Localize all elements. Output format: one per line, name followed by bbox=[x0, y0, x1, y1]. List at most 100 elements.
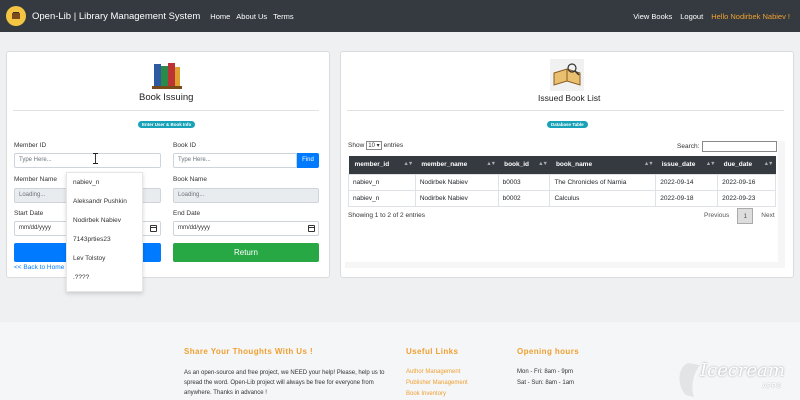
next-button[interactable]: Next bbox=[757, 208, 778, 224]
col-member-id[interactable]: member_id ▲▼ bbox=[348, 156, 416, 174]
opening-hours-title: Opening hours bbox=[517, 347, 580, 356]
hours-weekday: Mon - Fri: 8am - 9pm bbox=[517, 369, 574, 375]
col-due-date[interactable]: due_date ▲▼ bbox=[717, 156, 776, 174]
database-badge: Database Table bbox=[547, 121, 588, 128]
book-name-label: Book Name bbox=[173, 176, 207, 183]
footer-link-publisher[interactable]: Publisher Management bbox=[406, 380, 468, 386]
books-icon bbox=[152, 63, 182, 89]
brand-logo-icon[interactable] bbox=[6, 6, 26, 26]
dropdown-item[interactable]: 7143prties23 bbox=[67, 230, 142, 249]
footer-link-author[interactable]: Author Management bbox=[406, 369, 460, 375]
start-date-placeholder: mm/dd/yyyy bbox=[19, 225, 52, 231]
useful-links-title: Useful Links bbox=[406, 347, 459, 356]
nav-home[interactable]: Home bbox=[210, 12, 230, 21]
back-to-home-link[interactable]: << Back to Home bbox=[14, 264, 64, 271]
table-cell: b0003 bbox=[497, 173, 551, 191]
nav-terms[interactable]: Terms bbox=[273, 12, 293, 21]
footer-link-inventory[interactable]: Book Inventory bbox=[406, 391, 446, 397]
column-header: member_name bbox=[421, 161, 468, 169]
hours-weekend: Sat - Sun: 8am - 1am bbox=[517, 380, 575, 386]
col-member-name[interactable]: member_name ▲▼ bbox=[415, 156, 499, 174]
nav-about[interactable]: About Us bbox=[236, 12, 267, 21]
dropdown-item[interactable]: Aleksandr Pushkin bbox=[67, 192, 142, 211]
table-row[interactable]: nabiev_n Nodirbek Nabiev b0003 The Chron… bbox=[348, 173, 776, 191]
info-badge: Enter User & Book Info bbox=[138, 121, 196, 128]
table-search: Search: bbox=[677, 141, 778, 152]
watermark-text: Icecream bbox=[700, 360, 785, 381]
column-header: member_id bbox=[354, 161, 390, 169]
member-autocomplete-dropdown: nabiev_n Aleksandr Pushkin Nodirbek Nabi… bbox=[66, 172, 143, 292]
entries-select[interactable]: 10 ▾ bbox=[366, 141, 382, 150]
col-issue-date[interactable]: issue_date ▲▼ bbox=[655, 156, 718, 174]
table-cell: 2022-09-18 bbox=[655, 189, 719, 207]
table-cell: 2022-09-23 bbox=[717, 189, 776, 207]
prev-button[interactable]: Previous bbox=[700, 208, 733, 224]
return-button[interactable]: Return bbox=[173, 243, 319, 262]
search-label: Search: bbox=[677, 143, 700, 150]
table-cell: nabiev_n bbox=[348, 173, 416, 191]
end-date-label: End Date bbox=[173, 210, 201, 217]
book-id-input[interactable]: Type Here... bbox=[173, 153, 297, 168]
dropdown-item[interactable]: .???? bbox=[67, 268, 142, 287]
page-button[interactable]: 1 bbox=[737, 208, 754, 224]
pagination: Previous 1 Next bbox=[700, 208, 779, 224]
dropdown-item[interactable]: Nodirbek Nabiev bbox=[67, 211, 142, 230]
col-book-name[interactable]: book_name ▲▼ bbox=[549, 156, 656, 174]
share-text: As an open-source and free project, we N… bbox=[184, 370, 385, 396]
nav-logout[interactable]: Logout bbox=[680, 12, 703, 21]
table-cell: Nodirbek Nabiev bbox=[414, 173, 499, 191]
entries-select-value: 10 bbox=[368, 143, 375, 149]
user-greeting[interactable]: Hello Nodirbek Nabiev ! bbox=[711, 12, 790, 21]
text-cursor-icon bbox=[93, 153, 98, 164]
navbar: Open-Lib | Library Management System Hom… bbox=[0, 0, 800, 32]
table-info: Showing 1 to 2 of 2 entries bbox=[348, 212, 425, 219]
entries-label: entries bbox=[383, 142, 404, 149]
column-header: due_date bbox=[723, 161, 753, 169]
member-name-label: Member Name bbox=[14, 176, 57, 183]
table-cell: Calculus bbox=[549, 189, 657, 207]
search-input[interactable] bbox=[702, 141, 778, 152]
column-header: book_name bbox=[555, 161, 593, 169]
table-cell: The Chronicles of Narnia bbox=[549, 173, 657, 191]
table-header-row: member_id ▲▼ member_name ▲▼ book_id ▲▼ book… bbox=[348, 156, 776, 174]
book-id-label: Book ID bbox=[173, 142, 197, 149]
table-cell: 2022-09-14 bbox=[655, 173, 719, 191]
calendar-icon[interactable] bbox=[308, 225, 315, 232]
show-entries: Show 10 ▾ entries bbox=[348, 141, 403, 150]
member-id-label: Member ID bbox=[14, 142, 47, 149]
brand-title[interactable]: Open-Lib | Library Management System bbox=[32, 11, 200, 22]
divider bbox=[13, 110, 319, 111]
table-cell: nabiev_n bbox=[348, 189, 416, 207]
share-title: Share Your Thoughts With Us ! bbox=[184, 347, 314, 356]
issued-title: Issued Book List bbox=[538, 93, 601, 103]
table-row[interactable]: nabiev_n Nodirbek Nabiev b0002 Calculus … bbox=[348, 189, 776, 207]
nav-view-books[interactable]: View Books bbox=[633, 12, 672, 21]
vertical-scrollbar[interactable] bbox=[778, 141, 785, 268]
end-date-input[interactable]: mm/dd/yyyy bbox=[173, 221, 319, 236]
member-id-input[interactable]: Type Here... bbox=[14, 153, 161, 168]
dropdown-item[interactable]: Lev Tolstoy bbox=[67, 249, 142, 268]
divider bbox=[347, 110, 784, 111]
column-header: book_id bbox=[504, 161, 530, 169]
sort-icon: ▲▼ bbox=[538, 161, 548, 167]
sort-icon: ▲▼ bbox=[403, 161, 413, 167]
sort-icon: ▲▼ bbox=[643, 161, 654, 167]
book-name-field: Loading... bbox=[173, 188, 319, 203]
find-button[interactable]: Find bbox=[297, 153, 319, 168]
issued-books-table: member_id ▲▼ member_name ▲▼ book_id ▲▼ book… bbox=[348, 156, 776, 207]
dropdown-item[interactable]: nabiev_n bbox=[67, 173, 142, 192]
reading-book-icon bbox=[550, 59, 584, 91]
sort-icon: ▲▼ bbox=[486, 161, 496, 167]
calendar-icon[interactable] bbox=[150, 225, 157, 232]
show-label: Show bbox=[348, 142, 365, 149]
sort-icon: ▲▼ bbox=[705, 161, 716, 167]
start-date-label: Start Date bbox=[14, 210, 44, 217]
sort-icon: ▲▼ bbox=[763, 161, 774, 167]
col-book-id[interactable]: book_id ▲▼ bbox=[498, 156, 550, 174]
end-date-placeholder: mm/dd/yyyy bbox=[178, 225, 211, 231]
table-cell: b0002 bbox=[497, 189, 551, 207]
table-cell: Nodirbek Nabiev bbox=[414, 189, 499, 207]
table-cell: 2022-09-16 bbox=[717, 173, 776, 191]
watermark-apps-text: APPS bbox=[762, 383, 782, 390]
horizontal-scrollbar[interactable] bbox=[345, 262, 778, 268]
